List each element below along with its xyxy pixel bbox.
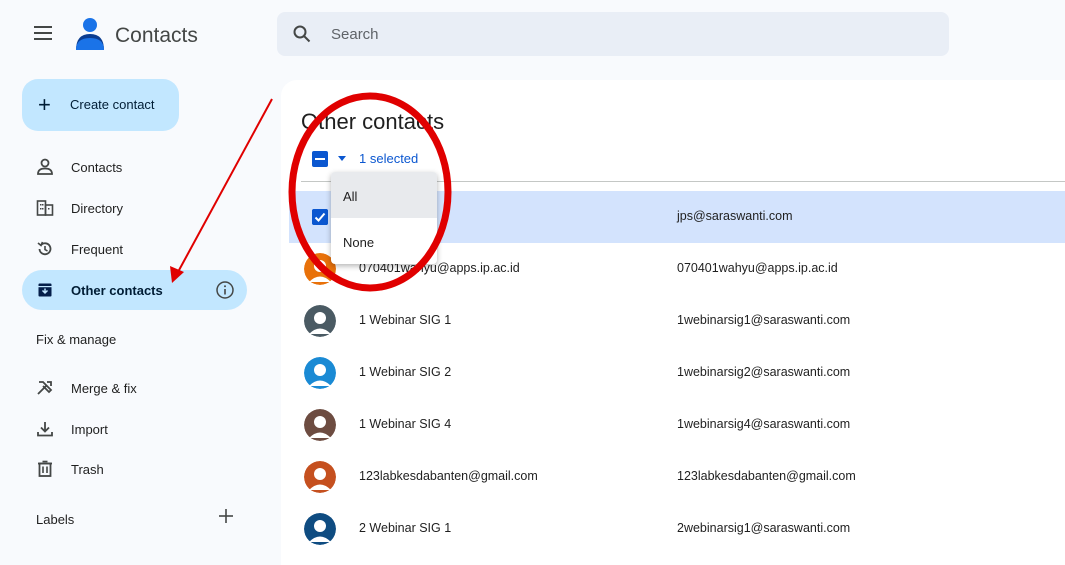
search-input[interactable] [331,22,911,46]
avatar-icon [304,513,336,545]
sidebar-item-other-contacts[interactable]: Other contacts [22,270,247,310]
contact-email: jps@saraswanti.com [677,209,793,223]
create-contact-button[interactable]: + Create contact [22,79,179,131]
merge-fix-icon [37,381,53,395]
create-contact-label: Create contact [70,97,155,112]
plus-icon: + [38,92,51,117]
selection-dropdown-menu: All None [331,172,437,264]
contact-email: 123labkesdabanten@gmail.com [677,469,856,483]
table-row[interactable]: 123labkesdabanten@gmail.com 123labkesdab… [289,451,1065,503]
info-icon[interactable] [215,280,235,300]
avatar-icon [304,409,336,441]
history-icon [37,241,52,256]
sidebar-item-label: Directory [71,201,124,216]
app-title: Contacts [115,24,198,47]
contact-name: 1 Webinar SIG 2 [359,365,452,379]
avatar-icon [304,461,336,493]
add-label-icon[interactable] [216,506,236,526]
table-row[interactable]: 1 Webinar SIG 2 1webinarsig2@saraswanti.… [289,347,1065,399]
menu-item-label: All [343,189,358,204]
contacts-logo-icon [76,18,104,50]
person-icon [37,158,53,175]
page-title: Other contacts [301,109,445,134]
contact-email: 1webinarsig4@saraswanti.com [677,417,851,431]
directory-icon [36,200,54,216]
archive-icon [38,283,52,297]
sidebar: + Create contact Contacts Directory Freq… [0,70,278,565]
sidebar-item-trash[interactable]: Trash [22,449,247,489]
app-header: Contacts [0,0,1065,70]
menu-item-label: None [343,235,375,250]
contact-email: 1webinarsig2@saraswanti.com [677,365,851,379]
sidebar-item-label: Other contacts [71,283,163,298]
contact-email: 070401wahyu@apps.ip.ac.id [677,261,838,275]
contact-name: 1 Webinar SIG 4 [359,417,452,431]
sidebar-item-label: Trash [71,462,104,477]
sidebar-item-label: Frequent [71,242,124,257]
sidebar-item-directory[interactable]: Directory [22,188,247,228]
labels-heading: Labels [36,512,75,527]
trash-icon [38,460,52,477]
contact-email: 2webinarsig1@saraswanti.com [677,521,851,535]
avatar-icon [304,305,336,337]
sidebar-item-frequent[interactable]: Frequent [22,229,247,269]
main-menu-icon[interactable] [34,26,52,40]
table-row[interactable]: 1 Webinar SIG 1 1webinarsig1@saraswanti.… [289,295,1065,347]
row-checkbox-checked-icon[interactable] [312,209,328,225]
table-row[interactable]: 1 Webinar SIG 4 1webinarsig4@saraswanti.… [289,399,1065,451]
table-row[interactable]: 2 Webinar SIG 1 2webinarsig1@saraswanti.… [289,503,1065,555]
contact-name: 1 Webinar SIG 1 [359,313,452,327]
contact-name: 123labkesdabanten@gmail.com [359,469,538,483]
sidebar-item-label: Merge & fix [71,381,137,396]
select-menu-caret-icon[interactable] [338,156,346,161]
sidebar-item-label: Contacts [71,160,123,175]
selection-count[interactable]: 1 selected [359,151,418,166]
import-icon [37,422,53,437]
menu-item-select-all[interactable]: All [331,172,437,218]
contact-name: 2 Webinar SIG 1 [359,521,452,535]
fix-manage-heading: Fix & manage [36,332,117,347]
avatar-icon [304,357,336,389]
main-panel: Other contacts 1 selected jps@saraswanti… [281,80,1065,565]
sidebar-item-merge-fix[interactable]: Merge & fix [22,368,247,408]
contact-email: 1webinarsig1@saraswanti.com [677,313,851,327]
menu-item-select-none[interactable]: None [331,218,437,264]
search-bar[interactable] [277,12,949,56]
sidebar-item-import[interactable]: Import [22,409,247,449]
select-all-checkbox[interactable] [312,151,328,167]
sidebar-item-label: Import [71,422,108,437]
search-icon[interactable] [293,25,311,43]
sidebar-item-contacts[interactable]: Contacts [22,147,247,187]
